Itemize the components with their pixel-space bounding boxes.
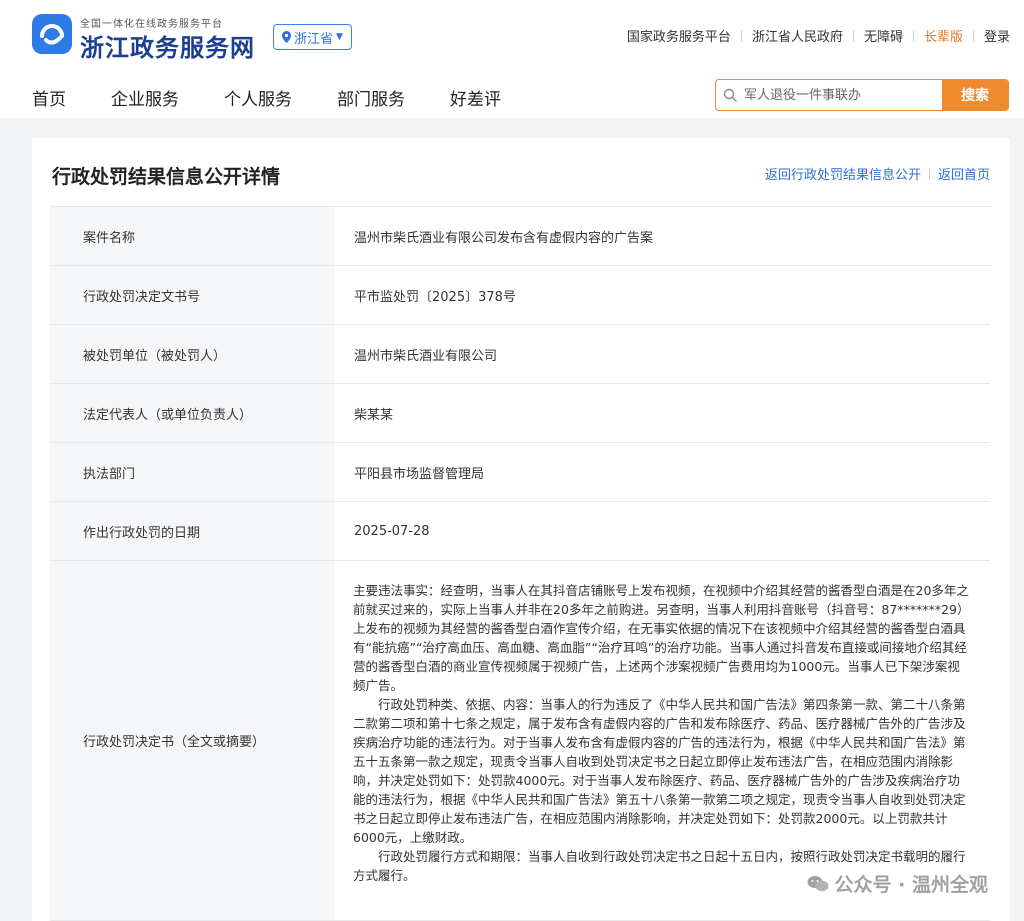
row-label: 执法部门 [50,443,334,501]
row-label: 法定代表人（或单位负责人） [50,384,334,442]
link-accessibility[interactable]: 无障碍 [864,26,903,45]
row-label: 行政处罚决定书（全文或摘要） [50,561,334,920]
caret-down-icon: ▼ [336,32,343,42]
divider [852,29,854,42]
watermark-text: 公众号 · 温州全观 [834,874,988,896]
divider [740,29,742,42]
table-row-decision: 行政处罚决定书（全文或摘要） 主要违法事实：经查明，当事人在其抖音店铺账号上发布… [50,561,990,921]
link-elder-mode[interactable]: 长辈版 [924,26,963,45]
detail-table: 案件名称 温州市柴氏酒业有限公司发布含有虚假内容的广告案 行政处罚决定文书号 平… [50,206,990,921]
main-nav: 首页 企业服务 个人服务 部门服务 好差评 [32,85,546,110]
link-back-to-list[interactable]: 返回行政处罚结果信息公开 [765,164,921,183]
search-input[interactable] [744,80,942,110]
nav-item-department[interactable]: 部门服务 [337,85,405,110]
nav-item-personal[interactable]: 个人服务 [224,85,292,110]
row-value: 2025-07-28 [354,523,430,539]
region-selector[interactable]: 浙江省 ▼ [273,24,352,50]
row-value: 温州市柴氏酒业有限公司 [354,348,498,364]
link-national-platform[interactable]: 国家政务服务平台 [627,26,731,45]
divider [928,167,930,180]
link-login[interactable]: 登录 [984,26,1010,45]
row-label: 案件名称 [50,207,334,265]
table-row: 案件名称 温州市柴氏酒业有限公司发布含有虚假内容的广告案 [50,207,990,266]
divider [912,29,914,42]
row-value: 柴某某 [354,407,394,423]
search-button[interactable]: 搜索 [942,80,1008,110]
search-box: 搜索 [715,79,1009,111]
top-links: 国家政务服务平台 浙江省人民政府 无障碍 长辈版 登录 [627,26,1010,45]
nav-item-rating[interactable]: 好差评 [450,85,501,110]
nav-item-home[interactable]: 首页 [32,85,66,110]
link-provincial-government[interactable]: 浙江省人民政府 [752,26,843,45]
table-row: 法定代表人（或单位负责人） 柴某某 [50,384,990,443]
detail-card: 行政处罚结果信息公开详情 返回行政处罚结果信息公开 返回首页 案件名称 温州市柴… [32,138,1010,921]
decision-paragraph-facts: 主要违法事实：经查明，当事人在其抖音店铺账号上发布视频，在视频中介绍其经营的酱香… [353,583,970,693]
row-label: 被处罚单位（被处罚人） [50,325,334,383]
wechat-watermark: 公众号 · 温州全观 [807,870,988,897]
wechat-icon [807,875,829,891]
page-title: 行政处罚结果信息公开详情 [52,166,281,188]
logo-icon [40,24,64,45]
search-icon [716,80,744,110]
table-row: 执法部门 平阳县市场监督管理局 [50,443,990,502]
site-name[interactable]: 浙江政务服务网 [80,28,255,63]
back-links: 返回行政处罚结果信息公开 返回首页 [765,164,990,183]
divider [972,29,974,42]
site-header: 全国一体化在线政务服务平台 浙江政务服务网 浙江省 ▼ 国家政务服务平台 浙江省… [0,0,1024,118]
table-row: 被处罚单位（被处罚人） 温州市柴氏酒业有限公司 [50,325,990,384]
site-logo[interactable] [32,14,72,54]
row-label: 行政处罚决定文书号 [50,266,334,324]
region-label: 浙江省 [294,31,334,47]
decision-paragraph-penalty: 行政处罚种类、依据、内容：当事人的行为违反了《中华人民共和国广告法》第四条第一款… [353,697,966,845]
nav-item-enterprise[interactable]: 企业服务 [111,85,179,110]
link-back-home[interactable]: 返回首页 [938,164,990,183]
row-label: 作出行政处罚的日期 [50,502,334,560]
row-value: 温州市柴氏酒业有限公司发布含有虚假内容的广告案 [354,230,654,246]
table-row: 行政处罚决定文书号 平市监处罚〔2025〕378号 [50,266,990,325]
location-pin-icon [282,31,291,43]
row-value: 平市监处罚〔2025〕378号 [354,289,516,305]
decision-text: 主要违法事实：经查明，当事人在其抖音店铺账号上发布视频，在视频中介绍其经营的酱香… [334,561,990,920]
row-value: 平阳县市场监督管理局 [354,466,485,482]
table-row: 作出行政处罚的日期 2025-07-28 [50,502,990,561]
